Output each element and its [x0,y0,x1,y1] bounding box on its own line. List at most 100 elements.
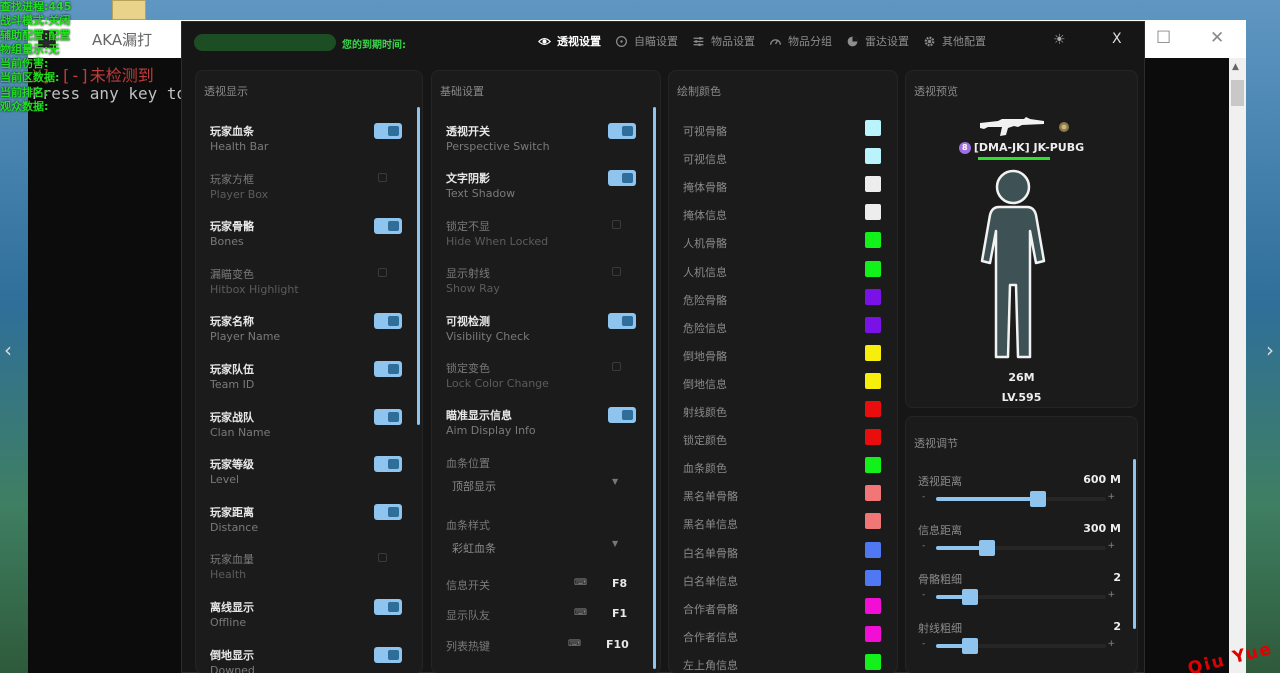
panel-scrollbar[interactable] [1133,459,1136,629]
setting-sublabel: Offline [210,616,247,629]
tab-label: 物品设置 [711,35,755,48]
hotkey-value[interactable]: F8 [612,577,627,590]
setting-sublabel: Bones [210,235,244,249]
tab-other-config[interactable]: 其他配置 [923,33,986,49]
checkbox[interactable] [378,553,387,563]
decrease-button[interactable]: - [922,639,925,649]
hotkey-value[interactable]: F1 [612,607,627,620]
checkbox[interactable] [378,172,387,182]
slider-handle[interactable] [979,540,995,556]
color-swatch[interactable] [865,401,881,417]
color-swatch[interactable] [865,513,881,530]
checkbox[interactable] [378,267,387,277]
toggle-switch[interactable] [374,456,402,473]
panel-scrollbar[interactable] [653,107,656,669]
field-label: 血条样式 [446,519,490,532]
toggle-switch[interactable] [374,646,402,663]
toggle-switch[interactable] [374,503,402,520]
color-swatch[interactable] [865,288,881,305]
next-arrow-icon[interactable]: › [1266,338,1274,362]
chevron-down-icon[interactable]: ▼ [612,477,618,486]
toggle-switch[interactable] [608,312,636,329]
expiry-label: 您的到期时间: [342,40,406,51]
tab-item-settings[interactable]: 物品设置 [692,33,755,49]
toggle-switch[interactable] [608,123,636,139]
hotkey-value[interactable]: F10 [606,638,629,651]
color-swatch[interactable] [865,260,881,277]
panel-scrollbar[interactable] [417,107,420,425]
checkbox[interactable] [612,362,621,371]
toggle-switch[interactable] [374,599,402,615]
setting-label: 玩家名称 [210,315,254,329]
color-swatch[interactable] [865,485,881,502]
color-swatch[interactable] [865,569,881,586]
slider-track[interactable] [936,638,1106,654]
color-swatch[interactable] [865,625,881,642]
color-swatch[interactable] [865,232,881,249]
setting-label: 离线显示 [210,601,254,614]
increase-button[interactable]: + [1107,541,1115,551]
color-swatch[interactable] [865,457,881,474]
setting-sublabel: Lock Color Change [446,377,549,390]
setting-label: 透视开关 [446,125,490,138]
tab-aim-settings[interactable]: 自瞄设置 [615,33,678,49]
chevron-down-icon[interactable]: ▼ [612,539,618,548]
slider-track[interactable] [936,491,1106,507]
prev-arrow-icon[interactable]: ‹ [4,338,12,362]
color-label: 白名单信息 [683,574,738,588]
checkbox[interactable] [612,219,621,229]
scrollbar-thumb[interactable] [1231,80,1244,106]
toggle-switch[interactable] [374,123,402,139]
color-swatch[interactable] [865,120,881,136]
radar-icon [847,36,858,46]
toggle-switch[interactable] [608,170,636,187]
setting-sublabel: Perspective Switch [446,140,550,153]
color-swatch[interactable] [865,316,881,333]
select-value[interactable]: 彩虹血条 [452,540,496,556]
slider-track[interactable] [936,589,1106,605]
color-swatch[interactable] [865,204,881,221]
increase-button[interactable]: + [1107,492,1115,502]
maximize-icon[interactable]: ☐ [1156,28,1171,48]
close-button[interactable]: X [1112,31,1122,47]
increase-button[interactable]: + [1107,639,1115,649]
color-swatch[interactable] [865,148,881,165]
color-label: 左上角信息 [683,658,738,672]
decrease-button[interactable]: - [922,492,925,502]
toggle-switch[interactable] [374,408,402,425]
checkbox[interactable] [612,267,621,277]
console-scrollbar[interactable]: ▲ [1229,58,1246,673]
slider-handle[interactable] [962,638,978,654]
slider-handle[interactable] [962,589,978,605]
toggle-switch[interactable] [374,361,402,377]
color-swatch[interactable] [865,372,881,389]
folder-icon[interactable] [112,0,146,20]
scroll-up-icon[interactable]: ▲ [1232,62,1239,72]
toggle-switch[interactable] [374,218,402,235]
color-swatch[interactable] [865,176,881,193]
overlay-line: 查找进程:445 [0,0,72,13]
color-swatch[interactable] [865,541,881,558]
slider-handle[interactable] [1030,491,1046,507]
increase-button[interactable]: + [1107,590,1115,600]
color-label: 锁定颜色 [683,434,727,448]
color-swatch[interactable] [865,597,881,614]
decrease-button[interactable]: - [922,541,925,551]
color-swatch[interactable] [865,653,881,670]
decrease-button[interactable]: - [922,590,925,600]
color-label: 可视骨骼 [683,125,727,138]
toggle-switch[interactable] [608,407,636,424]
color-swatch[interactable] [865,344,881,361]
color-label: 黑名单骨骼 [683,490,738,504]
select-value[interactable]: 顶部显示 [452,478,496,494]
tab-radar-settings[interactable]: 雷达设置 [846,33,909,49]
color-label: 白名单骨骼 [683,546,738,560]
theme-toggle-icon[interactable]: ☀ [1053,32,1066,48]
toggle-switch[interactable] [374,313,402,330]
tab-item-groups[interactable]: 物品分组 [769,33,832,49]
slider-track[interactable] [936,540,1106,556]
color-swatch[interactable] [865,429,881,446]
tab-esp-settings[interactable]: 透视设置 [538,33,601,49]
setting-label: 玩家方框 [210,172,254,186]
close-icon[interactable]: ✕ [1210,28,1224,48]
